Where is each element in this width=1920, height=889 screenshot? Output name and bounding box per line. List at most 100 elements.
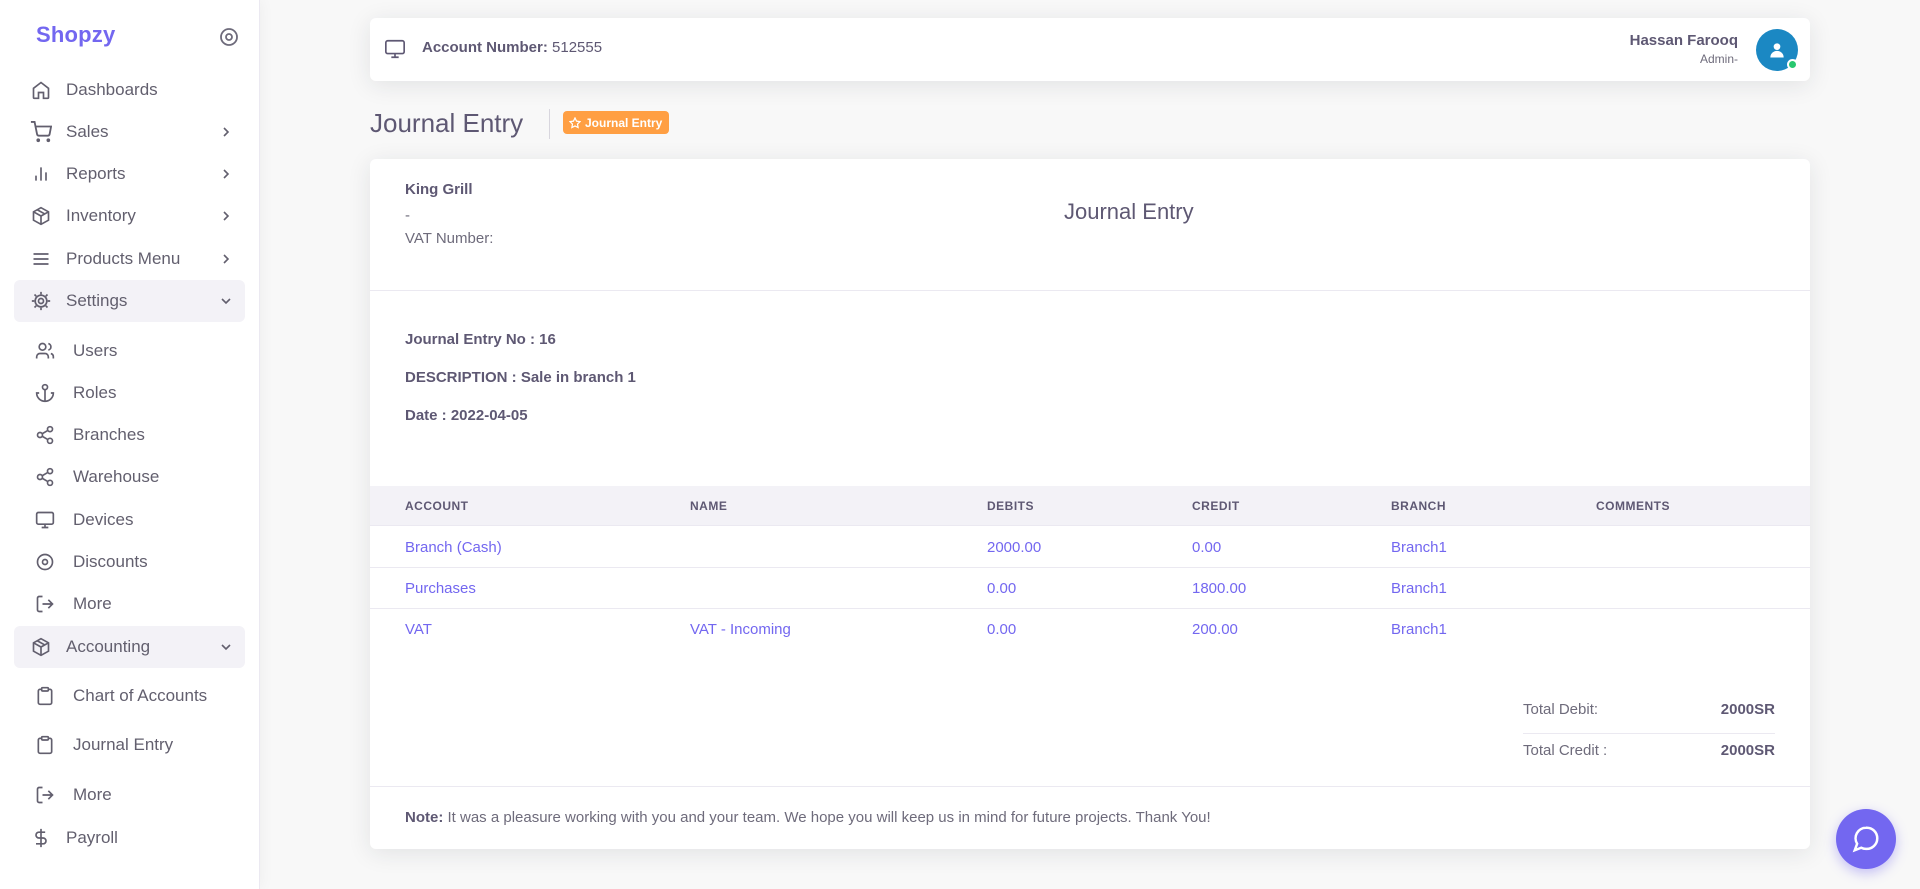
sidebar-item-devices[interactable]: Devices: [14, 500, 245, 540]
divider: [370, 290, 1810, 291]
sidebar-item-roles[interactable]: Roles: [14, 373, 245, 413]
cell-account[interactable]: Purchases: [405, 580, 476, 597]
sidebar-item-label: Sales: [66, 122, 109, 141]
sidebar-item-settings[interactable]: Settings: [14, 280, 245, 322]
gear-icon: [30, 290, 52, 312]
sidebar-item-label: Warehouse: [73, 467, 160, 486]
cell-credit: 200.00: [1192, 621, 1238, 638]
cell-name[interactable]: VAT - Incoming: [690, 621, 791, 638]
sidebar-item-more-settings[interactable]: More: [14, 584, 245, 624]
column-header-comments: COMMENTS: [1596, 499, 1670, 513]
sidebar-item-warehouse[interactable]: Warehouse: [14, 457, 245, 497]
cart-icon: [30, 121, 52, 143]
account-number-value: 512555: [552, 39, 603, 56]
sidebar-item-journal-entry[interactable]: Journal Entry: [14, 725, 245, 765]
top-navbar: Account Number: 512555 Hassan Farooq Adm…: [370, 18, 1810, 81]
log-in-icon: [34, 593, 56, 615]
account-number: Account Number: 512555: [422, 39, 602, 56]
table-row[interactable]: Branch (Cash) 2000.00 0.00 Branch1: [370, 527, 1810, 568]
cell-branch[interactable]: Branch1: [1391, 621, 1447, 638]
home-icon: [30, 79, 52, 101]
bar-chart-icon: [30, 163, 52, 185]
cell-account[interactable]: VAT: [405, 621, 432, 638]
chevron-down-icon: [217, 638, 235, 656]
users-icon: [34, 340, 56, 362]
sidebar-item-label: Branches: [73, 425, 145, 444]
sidebar-item-label: Discounts: [73, 552, 148, 571]
sidebar-toggle-icon[interactable]: [218, 26, 240, 48]
cell-credit: 0.00: [1192, 539, 1222, 556]
company-address: -: [405, 207, 410, 224]
user-icon: [1770, 43, 1784, 58]
sidebar-item-payroll[interactable]: Payroll: [14, 817, 245, 859]
sidebar-item-label: Payroll: [66, 828, 118, 847]
column-header-branch: BRANCH: [1391, 499, 1446, 513]
sidebar-item-label: Roles: [73, 383, 117, 402]
package-icon: [30, 205, 52, 227]
column-header-credit: CREDIT: [1192, 499, 1240, 513]
vat-number-label: VAT Number:: [405, 230, 494, 247]
sidebar-item-more-accounting[interactable]: More: [14, 775, 245, 815]
column-header-account: ACCOUNT: [405, 499, 469, 513]
column-header-debits: DEBITS: [987, 499, 1035, 513]
column-header-name: NAME: [690, 499, 728, 513]
sidebar-item-branches[interactable]: Branches: [14, 415, 245, 455]
sidebar-item-chart-of-accounts[interactable]: Chart of Accounts: [14, 676, 245, 716]
totals-divider: [1523, 733, 1775, 734]
journal-entry-number: Journal Entry No : 16: [405, 331, 556, 348]
divider: [370, 786, 1810, 787]
cell-debits: 0.00: [987, 580, 1017, 597]
chevron-right-icon: [217, 250, 235, 268]
sidebar-item-discounts[interactable]: Discounts: [14, 542, 245, 582]
cell-branch[interactable]: Branch1: [1391, 580, 1447, 597]
sidebar-item-users[interactable]: Users: [14, 331, 245, 371]
cell-debits: 0.00: [987, 621, 1017, 638]
log-in-icon: [34, 784, 56, 806]
cell-branch[interactable]: Branch1: [1391, 539, 1447, 556]
chat-button[interactable]: [1836, 809, 1896, 869]
sidebar-item-dashboards[interactable]: Dashboards: [14, 69, 245, 111]
clipboard-icon: [34, 734, 56, 756]
online-status-dot: [1787, 59, 1798, 70]
sidebar-item-label: Dashboards: [66, 80, 158, 99]
chevron-right-icon: [217, 123, 235, 141]
share-icon: [34, 466, 56, 488]
table-row[interactable]: Purchases 0.00 1800.00 Branch1: [370, 568, 1810, 609]
chat-bubble-icon: [1852, 826, 1879, 853]
sidebar-item-label: Users: [73, 341, 118, 360]
monitor-icon: [34, 509, 56, 531]
sidebar-item-inventory[interactable]: Inventory: [14, 195, 245, 237]
cell-credit: 1800.00: [1192, 580, 1247, 597]
share-icon: [34, 424, 56, 446]
total-credit-value: 2000SR: [1720, 742, 1775, 759]
sidebar-item-label: Journal Entry: [73, 735, 174, 754]
total-credit-label: Total Credit :: [1523, 742, 1608, 759]
journal-entry-card: King Grill - VAT Number: Journal Entry J…: [370, 159, 1810, 849]
sidebar-item-label: Inventory: [66, 206, 136, 225]
sidebar-item-sales[interactable]: Sales: [14, 111, 245, 153]
note-text: It was a pleasure working with you and y…: [443, 809, 1211, 826]
brand-logo[interactable]: Shopzy: [36, 22, 115, 48]
total-debit-value: 2000SR: [1720, 701, 1775, 718]
company-name: King Grill: [405, 181, 473, 198]
user-role: Admin-: [1699, 52, 1738, 66]
page-title: Journal Entry: [370, 108, 524, 138]
star-icon: [569, 116, 581, 129]
note: Note: It was a pleasure working with you…: [405, 809, 1211, 826]
avatar[interactable]: [1756, 29, 1798, 71]
cell-debits: 2000.00: [987, 539, 1042, 556]
dollar-icon: [30, 827, 52, 849]
user-name[interactable]: Hassan Farooq: [1630, 32, 1738, 49]
table-row[interactable]: VAT VAT - Incoming 0.00 200.00 Branch1: [370, 609, 1810, 650]
sidebar-item-accounting[interactable]: Accounting: [14, 626, 245, 668]
breadcrumb-badge[interactable]: Journal Entry: [563, 111, 670, 134]
sidebar-item-reports[interactable]: Reports: [14, 153, 245, 195]
chevron-right-icon: [217, 165, 235, 183]
sidebar-item-label: Settings: [66, 291, 128, 310]
sidebar-item-products-menu[interactable]: Products Menu: [14, 238, 245, 280]
sidebar-item-label: Devices: [73, 510, 134, 529]
cell-account[interactable]: Branch (Cash): [405, 539, 502, 556]
total-debit-label: Total Debit:: [1523, 701, 1599, 718]
disc-icon: [34, 551, 56, 573]
sidebar-item-label: Reports: [66, 164, 126, 183]
